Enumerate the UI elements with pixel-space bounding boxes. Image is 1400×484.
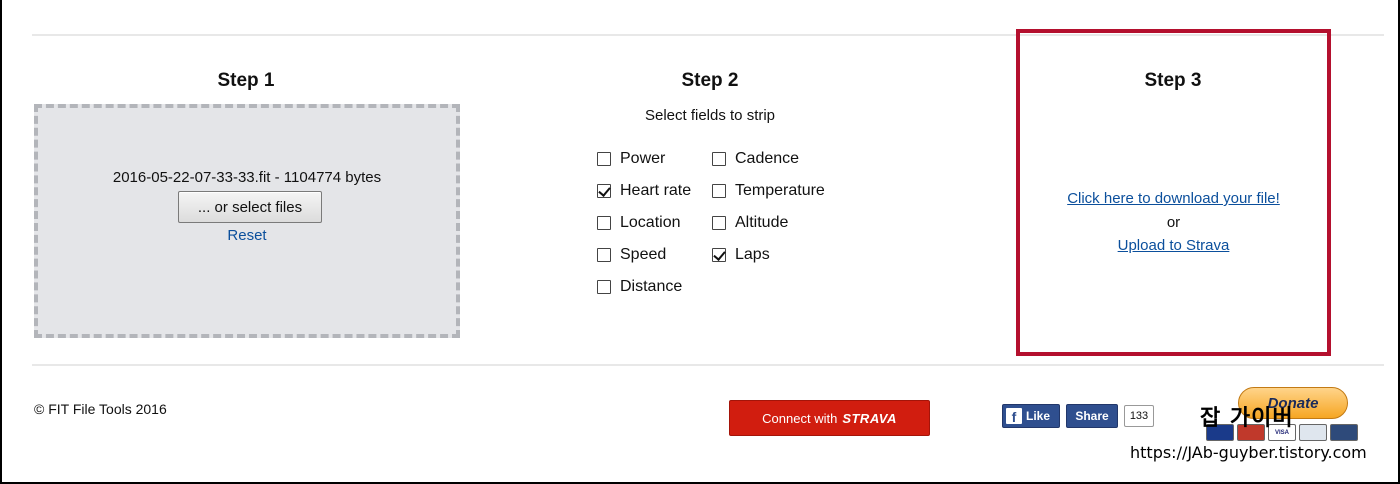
reset-link[interactable]: Reset [38,227,456,244]
amex-icon [1299,424,1327,441]
download-file-link[interactable]: Click here to download your file! [1018,190,1329,207]
watermark-url: https://JAb-guyber.tistory.com [1130,443,1367,462]
watermark-title: 잡 가이버 [1200,406,1294,431]
file-dropzone[interactable]: 2016-05-22-07-33-33.fit - 1104774 bytes … [34,104,460,338]
field-location[interactable]: Location [597,212,681,234]
facebook-icon: f [1006,408,1022,424]
field-label: Laps [735,246,770,263]
field-cadence[interactable]: Cadence [712,148,799,170]
connect-label: Connect with [762,410,838,426]
field-power[interactable]: Power [597,148,665,170]
field-altitude[interactable]: Altitude [712,212,788,234]
field-laps[interactable]: Laps [712,244,770,266]
field-temperature[interactable]: Temperature [712,180,825,202]
step2-title: Step 2 [681,70,739,91]
like-label: Like [1026,409,1051,423]
discover-icon [1330,424,1358,441]
selected-filename: 2016-05-22-07-33-33.fit - 1104774 bytes [112,169,382,186]
field-speed[interactable]: Speed [597,244,666,266]
altitude-checkbox[interactable] [712,216,726,230]
field-label: Distance [620,278,683,295]
copyright-text: © FIT File Tools 2016 [34,401,167,417]
field-label: Cadence [735,150,800,167]
field-label: Speed [620,246,667,263]
field-label: Power [620,150,666,167]
bottom-divider [32,364,1384,366]
field-heart-rate[interactable]: Heart rate [597,180,691,202]
location-checkbox[interactable] [597,216,611,230]
speed-checkbox[interactable] [597,248,611,262]
step2-subtitle: Select fields to strip [644,107,776,124]
step1-title: Step 1 [217,70,275,91]
share-count-badge: 133 [1124,405,1154,427]
share-label: Share [1075,409,1109,423]
field-label: Location [620,214,681,231]
connect-strava-button[interactable]: Connect with STRAVA [729,400,930,436]
facebook-like-button[interactable]: f Like [1002,404,1060,428]
strava-logo: STRAVA [842,410,897,426]
field-distance[interactable]: Distance [597,276,682,298]
field-label: Temperature [735,182,825,199]
temperature-checkbox[interactable] [712,184,726,198]
laps-checkbox[interactable] [712,248,726,262]
distance-checkbox[interactable] [597,280,611,294]
power-checkbox[interactable] [597,152,611,166]
facebook-share-button[interactable]: Share [1066,404,1118,428]
cadence-checkbox[interactable] [712,152,726,166]
or-separator: or [1166,214,1181,231]
heart-rate-checkbox[interactable] [597,184,611,198]
step3-title: Step 3 [1144,70,1202,91]
select-files-button[interactable]: ... or select files [178,191,322,223]
field-label: Altitude [735,214,789,231]
upload-strava-link[interactable]: Upload to Strava [1018,237,1329,254]
field-label: Heart rate [620,182,692,199]
